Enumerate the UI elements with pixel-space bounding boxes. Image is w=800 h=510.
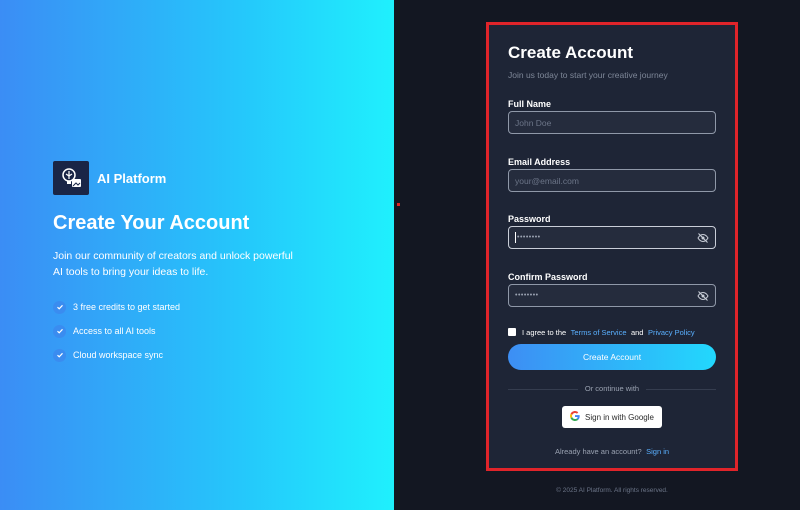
feature-text: Cloud workspace sync — [73, 350, 164, 360]
email-input[interactable] — [515, 175, 709, 186]
terms-agreement: I agree to the Terms of Service and Priv… — [508, 323, 695, 341]
signup-card: Create Account Join us today to start yo… — [486, 22, 738, 471]
marker-dot — [397, 203, 400, 206]
divider-line — [646, 389, 716, 390]
signin-row: Already have an account? Sign in — [489, 441, 735, 459]
hero-description: Join our community of creators and unloc… — [53, 250, 293, 278]
password-input[interactable]: •••••••• — [517, 234, 697, 241]
text-caret — [515, 232, 516, 243]
check-icon — [53, 300, 66, 314]
terms-checkbox[interactable] — [508, 328, 516, 336]
email-field[interactable] — [508, 169, 716, 192]
signin-link[interactable]: Sign in — [646, 447, 669, 456]
google-signin-button[interactable]: Sign in with Google — [562, 406, 662, 428]
google-icon — [570, 408, 580, 426]
check-icon — [53, 348, 66, 362]
feature-item: Cloud workspace sync — [53, 343, 180, 367]
full-name-field[interactable] — [508, 111, 716, 134]
brand-logo-icon — [53, 161, 89, 195]
full-name-label: Full Name — [508, 99, 552, 109]
google-signin-label: Sign in with Google — [585, 412, 654, 422]
hero-panel: AI Platform Create Your Account Join our… — [0, 0, 394, 510]
terms-of-service-link[interactable]: Terms of Service — [571, 328, 627, 337]
form-title: Create Account — [508, 43, 634, 62]
confirm-password-label: Confirm Password — [508, 272, 588, 282]
password-label: Password — [508, 214, 551, 224]
feature-text: 3 free credits to get started — [73, 302, 181, 312]
feature-item: Access to all AI tools — [53, 319, 180, 343]
form-subtitle: Join us today to start your creative jou… — [508, 70, 668, 80]
privacy-policy-link[interactable]: Privacy Policy — [648, 328, 695, 337]
hero-title: Create Your Account — [53, 212, 250, 234]
confirm-password-field[interactable]: •••••••• — [508, 284, 716, 307]
eye-off-icon[interactable] — [697, 232, 709, 244]
brand-name: AI Platform — [97, 170, 167, 186]
email-label: Email Address — [508, 157, 571, 167]
copyright-footer: © 2025 AI Platform. All rights reserved. — [556, 487, 668, 494]
password-field[interactable]: •••••••• — [508, 226, 716, 249]
feature-item: 3 free credits to get started — [53, 295, 180, 319]
create-account-button[interactable]: Create Account — [508, 344, 716, 370]
feature-list: 3 free credits to get started Access to … — [53, 295, 180, 367]
confirm-password-input[interactable]: •••••••• — [515, 292, 697, 299]
signin-prompt: Already have an account? — [554, 447, 642, 456]
terms-and: and — [630, 327, 644, 337]
check-icon — [53, 324, 66, 338]
brand: AI Platform — [53, 161, 166, 195]
or-divider: Or continue with — [508, 384, 716, 394]
eye-off-icon[interactable] — [697, 290, 709, 302]
terms-prefix: I agree to the — [522, 327, 567, 337]
full-name-input[interactable] — [515, 117, 709, 128]
feature-text: Access to all AI tools — [73, 326, 156, 336]
